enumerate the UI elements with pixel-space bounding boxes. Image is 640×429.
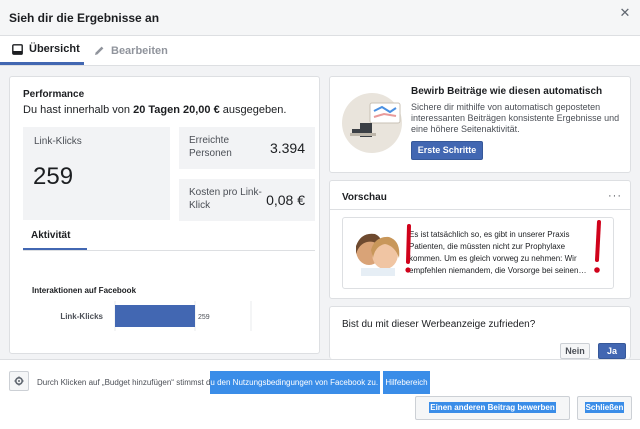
promo-title: Bewirb Beiträge wie diesen automatisch [411,86,603,97]
couple-photo [351,228,403,276]
performance-title: Performance [23,89,85,100]
tab-edit-label: Bearbeiten [111,44,168,57]
overview-icon [12,43,23,55]
close-button[interactable]: Schließen [577,396,632,420]
ad-body-text: Es ist tatsächlich so, es gibt in unsere… [409,230,587,275]
metric-reach: Erreichte Personen 3.394 [179,127,315,169]
metric-link-clicks: Link-Klicks 259 [23,127,170,220]
chart-bar[interactable] [115,305,195,327]
chart-title: Interaktionen auf Facebook [32,286,137,295]
terms-prefix: Durch Klicken auf „Budget hinzufügen“ st… [37,378,211,387]
promote-other-post-button[interactable]: Einen anderen Beitrag bewerben [415,396,570,420]
boost-illustration [342,93,402,153]
exclamation-mark-annotation [405,224,411,273]
summary-prefix: Du hast innerhalb von [23,104,134,116]
help-center-link[interactable]: Hilfebereich [383,371,430,394]
close-button-label: Schließen [584,402,625,413]
metric-link-clicks-label: Link-Klicks [34,136,82,147]
promote-other-post-label: Einen anderen Beitrag bewerben [429,402,556,413]
close-icon[interactable]: ✕ [618,6,632,20]
summary-suffix: ausgegeben. [219,104,287,116]
preview-card: Vorschau ··· Es ist tatsächlich so, es g… [329,180,631,299]
spend-summary: Du hast innerhalb von 20 Tagen 20,00 € a… [23,104,286,116]
interactions-chart: Link-Klicks 259 [60,301,252,331]
terms-link[interactable]: u den Nutzungsbedingungen von Facebook z… [210,371,381,394]
summary-period: 20 Tagen [133,104,180,116]
terms-text: Durch Klicken auf „Budget hinzufügen“ st… [37,371,430,394]
settings-button[interactable] [9,371,29,391]
feedback-question: Bist du mit dieser Werbeanzeige zufriede… [342,319,536,330]
tab-edit[interactable]: Bearbeiten [94,36,168,65]
get-started-button[interactable]: Erste Schritte [411,141,483,160]
tab-overview-label: Übersicht [29,43,80,55]
exclamation-mark-annotation [594,220,601,273]
metric-cpc-label: Kosten pro Link-Klick [189,187,262,211]
promo-description: Sichere dir mithilfe von automatisch gep… [411,102,620,134]
dialog-title: Sieh dir die Ergebnisse an [9,11,160,25]
main-content: Performance Du hast innerhalb von 20 Tag… [0,67,640,359]
preview-title: Vorschau [342,192,387,203]
more-options-icon[interactable]: ··· [608,190,622,202]
metric-reach-label: Erreichte Personen [189,135,232,159]
metric-reach-value: 3.394 [269,140,305,156]
pencil-icon [95,46,104,55]
performance-card: Performance Du hast innerhalb von 20 Tag… [9,76,320,354]
tab-bar: Übersicht Bearbeiten [0,36,640,66]
no-button[interactable]: Nein [560,343,590,359]
metric-link-clicks-value: 259 [33,163,74,190]
divider [23,250,315,251]
metric-cpc-value: 0,08 € [266,192,305,208]
metric-cost-per-click: Kosten pro Link-Klick 0,08 € [179,179,315,221]
divider [330,209,630,210]
chart-value-label: 259 [198,314,210,321]
tab-overview[interactable]: Übersicht [0,36,84,65]
gear-icon [14,376,24,386]
chart-category-label: Link-Klicks [60,312,103,321]
dialog-header: Sieh dir die Ergebnisse an ✕ [0,0,640,36]
summary-amount: 20,00 € [183,104,220,116]
tab-activity[interactable]: Aktivität [23,228,87,250]
feedback-card: Bist du mit dieser Werbeanzeige zufriede… [329,306,631,359]
ad-preview[interactable]: Es ist tatsächlich so, es gibt in unsere… [342,217,614,289]
promo-card: Bewirb Beiträge wie diesen automatisch S… [329,76,631,173]
dialog-footer: Durch Klicken auf „Budget hinzufügen“ st… [0,359,640,429]
yes-button[interactable]: Ja [598,343,626,359]
